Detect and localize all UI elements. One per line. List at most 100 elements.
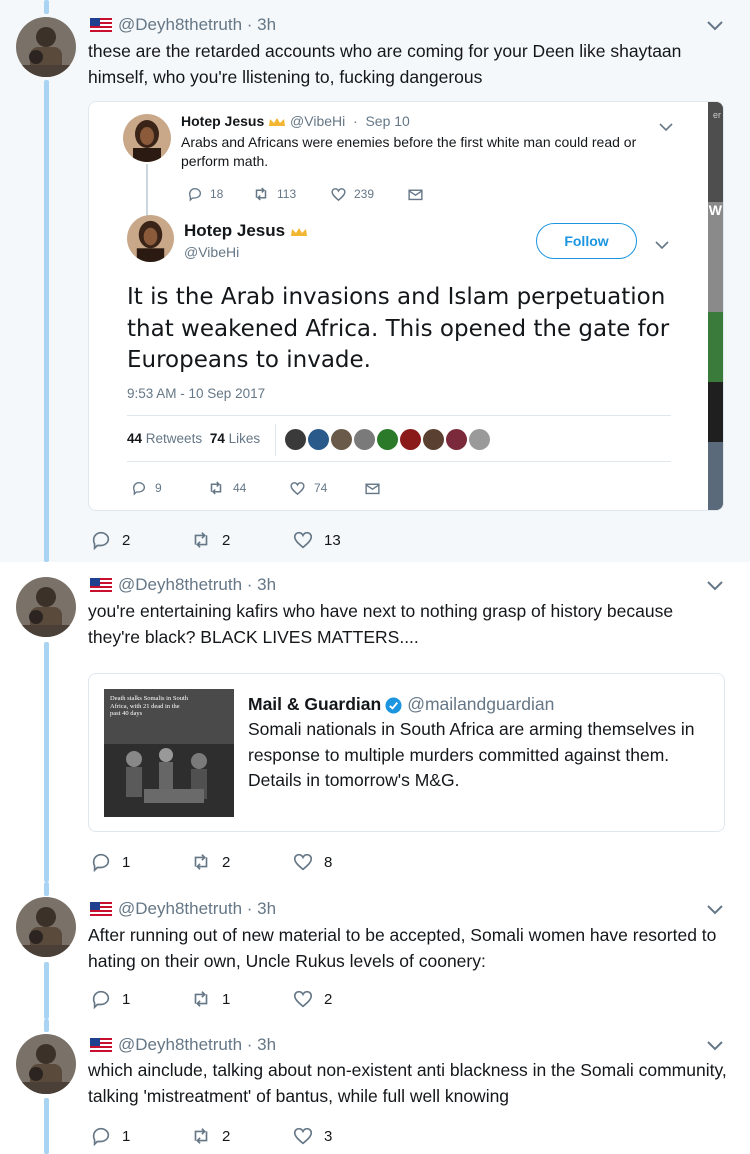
- avatar[interactable]: [16, 1034, 76, 1094]
- thread-line: [44, 962, 49, 1019]
- reply-button[interactable]: 2: [90, 528, 190, 552]
- tweet-time[interactable]: 3h: [257, 575, 276, 595]
- quoted-tweet-card[interactable]: Death stalks Somalis in South Africa, wi…: [88, 673, 725, 832]
- chevron-down-icon[interactable]: [706, 1040, 724, 1052]
- quoted-tweet-card[interactable]: er W Hotep Jesus @VibeHi · Sep 10 Arabs …: [88, 101, 724, 511]
- author-handle[interactable]: @VibeHi: [184, 244, 239, 260]
- tweet-author[interactable]: @Deyh8thetruth: [118, 575, 242, 595]
- like-button[interactable]: 13: [292, 528, 341, 552]
- parent-tweet-connector: [146, 164, 148, 220]
- reply-button[interactable]: 1: [90, 1124, 190, 1148]
- engagement-stats: 44 Retweets 74 Likes: [127, 431, 260, 446]
- liker-avatar[interactable]: [354, 429, 375, 450]
- edge-text-er: er: [712, 110, 721, 120]
- retweets-count[interactable]: 44: [127, 431, 142, 446]
- like-button[interactable]: 239: [330, 182, 407, 206]
- tweet-date[interactable]: Sep 10: [365, 113, 409, 129]
- scrollbar[interactable]: [708, 102, 723, 510]
- liker-avatar[interactable]: [285, 429, 306, 450]
- author-handle[interactable]: @VibeHi: [290, 113, 345, 129]
- follow-button[interactable]: Follow: [536, 223, 637, 259]
- likes-label[interactable]: Likes: [229, 431, 261, 446]
- liker-avatar[interactable]: [308, 429, 329, 450]
- avatar[interactable]: [16, 897, 76, 957]
- author-name[interactable]: Mail & Guardian: [248, 694, 381, 714]
- avatar[interactable]: [123, 114, 171, 162]
- reply-icon: [92, 990, 110, 1010]
- retweet-button[interactable]: 113: [252, 182, 330, 206]
- heart-icon: [290, 481, 305, 495]
- retweet-button[interactable]: 2: [190, 528, 292, 552]
- like-button[interactable]: 3: [292, 1124, 332, 1148]
- tweet-time[interactable]: 3h: [257, 899, 276, 919]
- reply-button[interactable]: 9: [131, 476, 207, 500]
- tweet-author[interactable]: @Deyh8thetruth: [118, 1035, 242, 1055]
- liker-avatar[interactable]: [423, 429, 444, 450]
- crown-icon: [268, 117, 286, 127]
- card-header: Mail & Guardian @mailandguardian: [248, 694, 554, 715]
- retweets-label[interactable]: Retweets: [146, 431, 202, 446]
- tweet-1[interactable]: @Deyh8thetruth · 3h these are the retard…: [0, 0, 750, 562]
- parent-tweet-text: Arabs and Africans were enemies before t…: [181, 134, 637, 169]
- tweet-text: you're entertaining kafirs who have next…: [88, 601, 674, 647]
- chevron-down-icon[interactable]: [655, 237, 669, 250]
- separator: ·: [242, 15, 258, 34]
- liker-avatar[interactable]: [469, 429, 490, 450]
- retweet-icon: [210, 481, 222, 495]
- liker-avatar[interactable]: [331, 429, 352, 450]
- avatar[interactable]: [16, 17, 76, 77]
- crown-icon: [290, 227, 308, 237]
- tweet-timestamp[interactable]: 9:53 AM - 10 Sep 2017: [127, 386, 265, 401]
- tweet-4[interactable]: @Deyh8thetruth · 3h which ainclude, talk…: [0, 1019, 750, 1154]
- avatar[interactable]: [127, 215, 174, 262]
- reply-icon: [92, 531, 110, 551]
- tweet-time[interactable]: 3h: [257, 15, 276, 35]
- tweet-time[interactable]: 3h: [257, 1035, 276, 1055]
- tweet-actions: 2 2 13: [90, 528, 341, 552]
- tweet-3[interactable]: @Deyh8thetruth · 3h After running out of…: [0, 882, 750, 1019]
- liker-avatars[interactable]: [285, 429, 492, 450]
- thread-line: [44, 1019, 49, 1032]
- liker-avatar[interactable]: [377, 429, 398, 450]
- reply-button[interactable]: 1: [90, 850, 190, 874]
- dm-button[interactable]: [407, 182, 424, 206]
- thread-line: [44, 0, 49, 14]
- liker-avatar[interactable]: [446, 429, 467, 450]
- chevron-down-icon[interactable]: [706, 904, 724, 916]
- tweet-actions: 1 1 2: [90, 987, 332, 1011]
- retweet-button[interactable]: 2: [190, 850, 292, 874]
- likes-count[interactable]: 74: [210, 431, 225, 446]
- reply-button[interactable]: 18: [187, 182, 252, 206]
- retweet-button[interactable]: 1: [190, 987, 292, 1011]
- thread-line: [44, 80, 49, 562]
- us-flag-icon: [90, 902, 112, 916]
- author-name[interactable]: Hotep Jesus: [181, 113, 264, 129]
- tweet-text: which ainclude, talking about non-existe…: [88, 1060, 727, 1106]
- author-handle[interactable]: @mailandguardian: [407, 694, 554, 714]
- retweet-button[interactable]: 2: [190, 1124, 292, 1148]
- like-button[interactable]: 2: [292, 987, 332, 1011]
- tweet-author[interactable]: @Deyh8thetruth: [118, 899, 242, 919]
- author-name[interactable]: Hotep Jesus: [184, 221, 285, 240]
- tweet-actions: 1 2 3: [90, 1124, 332, 1148]
- reply-icon: [92, 1127, 110, 1147]
- thread-line: [44, 1098, 49, 1154]
- chevron-down-icon[interactable]: [706, 20, 724, 32]
- retweet-icon: [194, 532, 208, 548]
- liker-avatar[interactable]: [400, 429, 421, 450]
- separator: ·: [242, 1035, 258, 1054]
- heart-icon: [293, 1127, 313, 1145]
- chevron-down-icon[interactable]: [706, 580, 724, 592]
- news-thumbnail[interactable]: Death stalks Somalis in South Africa, wi…: [104, 689, 234, 817]
- reply-button[interactable]: 1: [90, 987, 190, 1011]
- chevron-down-icon[interactable]: [659, 119, 673, 132]
- tweet-author[interactable]: @Deyh8thetruth: [118, 15, 242, 35]
- verified-badge-icon: [385, 697, 402, 714]
- tweet-header: @Deyh8thetruth · 3h: [90, 15, 276, 35]
- retweet-button[interactable]: 44: [207, 476, 289, 500]
- like-button[interactable]: 74: [289, 476, 364, 500]
- avatar[interactable]: [16, 577, 76, 637]
- retweet-icon: [194, 854, 208, 870]
- dm-button[interactable]: [364, 476, 381, 500]
- like-button[interactable]: 8: [292, 850, 332, 874]
